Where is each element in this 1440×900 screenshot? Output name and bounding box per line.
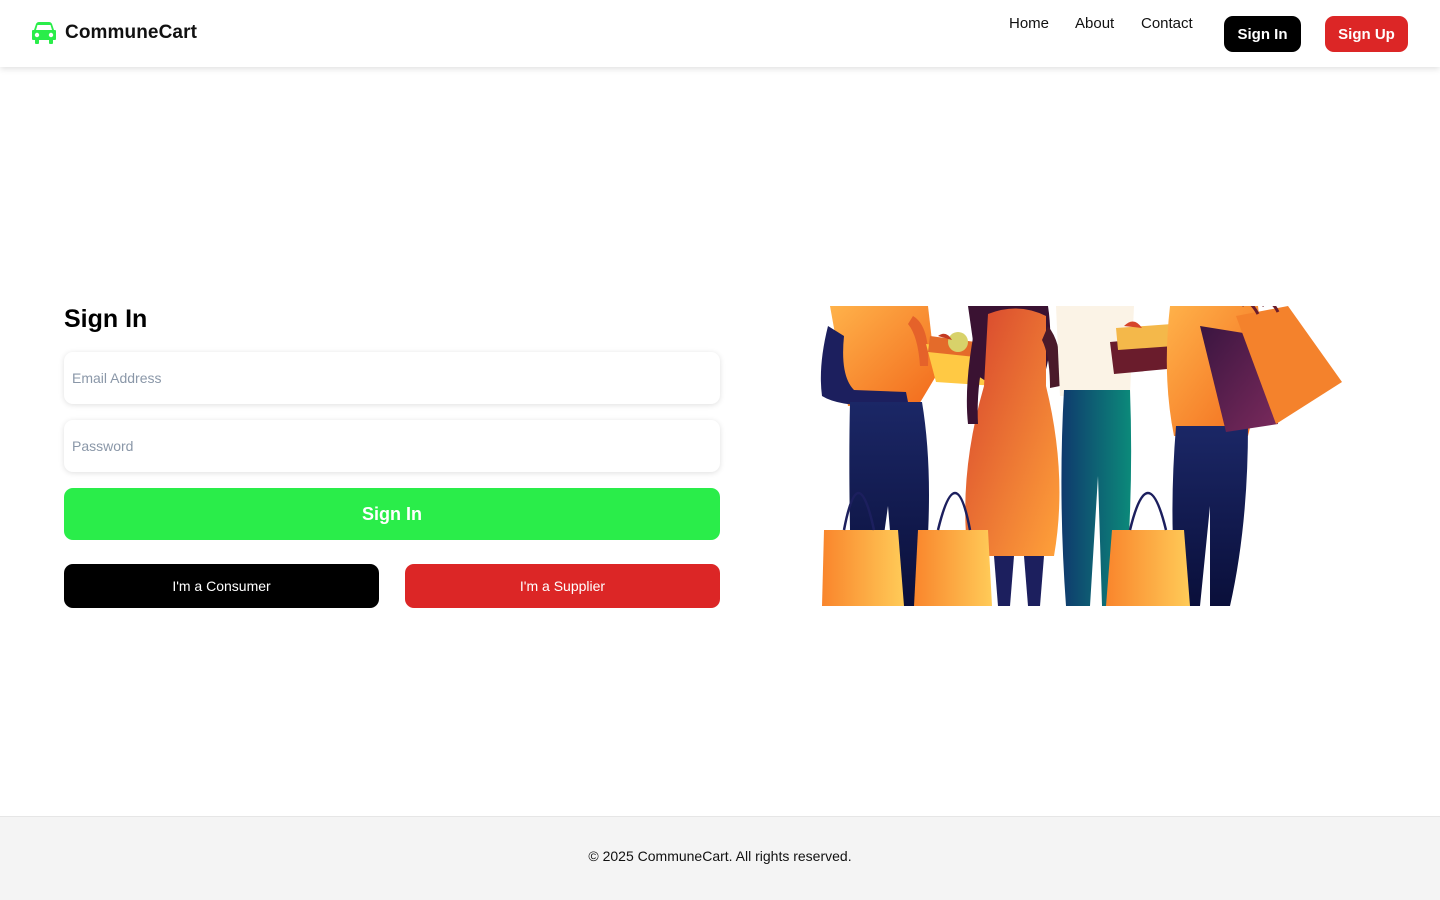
shoppers-illustration: [818, 306, 1344, 606]
nav-link-home[interactable]: Home: [1009, 15, 1049, 32]
email-input[interactable]: [64, 352, 720, 404]
site-header: CommuneCart Home About Contact Sign In S…: [0, 0, 1440, 67]
brand-logo[interactable]: CommuneCart: [31, 19, 197, 47]
password-input[interactable]: [64, 420, 720, 472]
consumer-role-button[interactable]: I'm a Consumer: [64, 564, 379, 608]
page-title: Sign In: [64, 305, 148, 333]
supplier-role-button[interactable]: I'm a Supplier: [405, 564, 720, 608]
car-icon: [32, 22, 56, 44]
brand-name: CommuneCart: [65, 22, 198, 43]
nav-link-contact[interactable]: Contact: [1141, 15, 1193, 32]
nav-link-about[interactable]: About: [1075, 15, 1114, 32]
sign-in-submit-button[interactable]: Sign In: [64, 488, 720, 540]
header-sign-in-button[interactable]: Sign In: [1224, 16, 1301, 52]
site-footer: © 2025 CommuneCart. All rights reserved.: [0, 816, 1440, 900]
header-sign-up-button[interactable]: Sign Up: [1325, 16, 1408, 52]
copyright-text: © 2025 CommuneCart. All rights reserved.: [588, 848, 852, 864]
